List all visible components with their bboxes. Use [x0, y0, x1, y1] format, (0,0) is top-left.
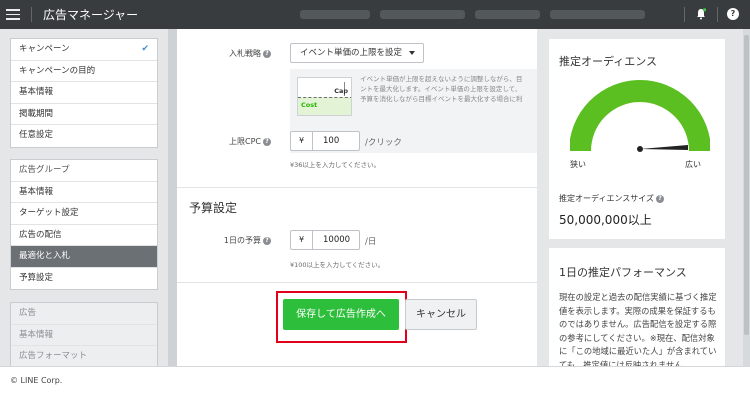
gauge-wide-label: 広い: [685, 160, 701, 169]
nav-item-targeting[interactable]: ターゲット設定: [11, 203, 157, 225]
audience-size-label: 推定オーディエンスサイズ?: [559, 193, 665, 204]
nav-item-ad[interactable]: 広告: [11, 303, 157, 325]
nav-item-label: 広告グループ: [19, 165, 70, 175]
right-panel: 推定オーディエンス 狭い 広い 推定オーディエンスサイズ? 50,000,000…: [537, 29, 743, 370]
daily-budget-hint: ¥100以上を入力してください。: [290, 261, 385, 269]
daily-budget-input[interactable]: ¥ 10000: [290, 230, 360, 250]
currency-prefix: ¥: [291, 132, 313, 150]
nav-item-label: 広告: [19, 308, 37, 318]
budget-section-title: 予算設定: [189, 201, 238, 215]
bell-icon[interactable]: [696, 8, 706, 20]
divider: [177, 282, 537, 283]
help-icon[interactable]: ?: [727, 8, 739, 20]
help-icon[interactable]: ?: [656, 195, 665, 203]
account-info-redacted: [550, 10, 645, 19]
account-info-redacted: [475, 10, 540, 19]
nav-item-label: 基本情報: [19, 329, 54, 340]
cost-cap-diagram: Cap Cost: [297, 77, 352, 116]
hamburger-menu-icon[interactable]: [6, 6, 20, 22]
nav-item-label: 最適化と入札: [19, 251, 71, 261]
nav-item-label: キャンペーン: [19, 44, 70, 54]
nav-item-optimization-bidding[interactable]: 最適化と入札: [11, 246, 157, 268]
nav-item-label: 予算設定: [19, 272, 54, 283]
nav-item-campaign-basic-info[interactable]: 基本情報: [11, 82, 157, 104]
nav-item-ad-format[interactable]: 広告フォーマット: [11, 346, 157, 368]
nav-item-campaign[interactable]: キャンペーン ✔: [11, 39, 157, 61]
performance-card-title: 1日の推定パフォーマンス: [559, 266, 687, 279]
gauge-narrow-label: 狭い: [570, 160, 586, 169]
nav-item-label: 任意設定: [19, 130, 54, 140]
divider: [684, 7, 685, 22]
daily-budget-value: 10000: [323, 235, 351, 245]
nav-item-label: 広告の配信: [19, 229, 62, 240]
audience-gauge: [570, 80, 710, 152]
estimated-performance-card: 1日の推定パフォーマンス 現在の設定と過去の配信実績に基づく推定値を表示します。…: [549, 248, 725, 370]
audience-card-title: 推定オーディエンス: [559, 55, 658, 68]
nav-item-label: 基本情報: [19, 186, 54, 197]
bid-strategy-label: 入札戦略?: [197, 48, 271, 59]
estimated-audience-card: 推定オーディエンス 狭い 広い 推定オーディエンスサイズ? 50,000,000…: [549, 39, 725, 239]
campaign-nav-group: キャンペーン ✔ キャンペーンの目的 基本情報 掲載期間 任意設定: [10, 38, 158, 148]
bid-strategy-value: イベント単価の上限を設定: [300, 48, 403, 58]
help-icon[interactable]: ?: [263, 50, 271, 58]
page-scrollbar[interactable]: [743, 29, 750, 366]
save-and-create-ad-button[interactable]: 保存して広告作成へ: [283, 299, 399, 330]
cap-label: Cap: [334, 87, 348, 95]
cancel-button[interactable]: キャンセル: [405, 299, 477, 330]
nav-item-campaign-objective[interactable]: キャンペーンの目的: [11, 61, 157, 82]
description-line: イベント単価が上限を超えないように調整しながら、目: [360, 75, 523, 83]
max-cpc-value: 100: [323, 136, 340, 146]
bid-strategy-description: イベント単価が上限を超えないように調整しながら、目 ントを最大化します。イベント…: [360, 74, 537, 104]
max-cpc-label: 上限CPC?: [197, 136, 271, 147]
ad-nav-group: 広告 基本情報 広告フォーマット: [10, 302, 158, 369]
scrollbar-thumb[interactable]: [744, 35, 749, 335]
footer: © LINE Corp.: [0, 366, 750, 394]
content-gutter: [168, 29, 177, 366]
performance-description: 現在の設定と過去の配信実績に基づく推定値を表示します。実際の成果を保証するもので…: [559, 292, 717, 370]
nav-item-adgroup-basic-info[interactable]: 基本情報: [11, 182, 157, 203]
nav-item-label: 広告フォーマット: [19, 351, 88, 361]
help-icon[interactable]: ?: [263, 138, 271, 146]
nav-item-optional-settings[interactable]: 任意設定: [11, 125, 157, 147]
cost-label: Cost: [301, 101, 318, 109]
nav-item-budget[interactable]: 予算設定: [11, 268, 157, 290]
nav-item-label: 掲載期間: [19, 108, 54, 119]
daily-budget-label: 1日の予算?: [197, 235, 271, 246]
adgroup-nav-group: 広告グループ 基本情報 ターゲット設定 広告の配信 最適化と入札 予算設定: [10, 159, 158, 290]
check-icon: ✔: [141, 44, 149, 54]
copyright: © LINE Corp.: [10, 376, 63, 385]
max-cpc-unit: /クリック: [365, 138, 402, 148]
nav-item-ad-delivery[interactable]: 広告の配信: [11, 225, 157, 246]
nav-item-label: 基本情報: [19, 87, 54, 97]
divider: [717, 7, 718, 22]
main-panel: 入札戦略? イベント単価の上限を設定 Cap Cost イベント単価が上限を超え…: [177, 29, 537, 366]
max-cpc-input[interactable]: ¥ 100: [290, 131, 360, 151]
nav-item-label: キャンペーンの目的: [19, 65, 96, 76]
max-cpc-hint: ¥36以上を入力してください。: [290, 161, 381, 169]
nav-item-ad-basic-info[interactable]: 基本情報: [11, 325, 157, 346]
app-title: 広告マネージャー: [43, 8, 139, 22]
description-line: 予算を消化しながら目標イベントを最大化する場合に利: [360, 95, 523, 103]
top-bar: 広告マネージャー ?: [0, 0, 750, 29]
bid-strategy-select[interactable]: イベント単価の上限を設定: [290, 43, 424, 63]
divider: [177, 187, 537, 188]
nav-item-label: ターゲット設定: [19, 208, 79, 218]
audience-size-value: 50,000,000以上: [559, 213, 652, 227]
nav-item-schedule[interactable]: 掲載期間: [11, 104, 157, 125]
nav-item-adgroup[interactable]: 広告グループ: [11, 160, 157, 182]
currency-prefix: ¥: [291, 231, 313, 249]
account-info-redacted: [380, 10, 465, 19]
left-sidebar: キャンペーン ✔ キャンペーンの目的 基本情報 掲載期間 任意設定 広告グループ …: [0, 29, 168, 369]
divider: [31, 7, 32, 22]
chevron-down-icon: [409, 51, 415, 55]
description-line: ントを最大化します。イベント単価の上限を設定して、: [360, 85, 522, 93]
help-icon[interactable]: ?: [263, 237, 271, 245]
account-info-redacted: [300, 10, 370, 19]
daily-budget-unit: /日: [365, 237, 377, 247]
